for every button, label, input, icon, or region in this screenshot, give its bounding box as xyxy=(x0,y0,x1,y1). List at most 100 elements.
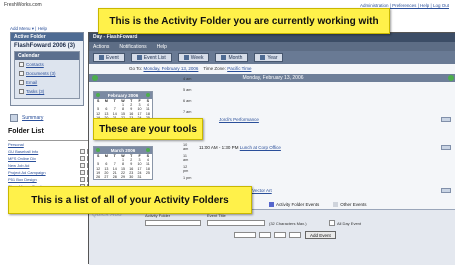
prev-month-icon[interactable] xyxy=(96,148,100,152)
folder-name: New Job Ad xyxy=(8,163,30,168)
calendar-day[interactable]: 30 xyxy=(127,175,135,179)
tool-tasks[interactable]: Tasks (3) xyxy=(15,87,79,96)
tab-year[interactable]: Year xyxy=(254,53,284,62)
week-icon xyxy=(183,55,189,60)
ampm-select[interactable] xyxy=(289,232,301,238)
time-slot[interactable]: 12 pm xyxy=(183,165,193,176)
calendar-tool[interactable]: Calendar xyxy=(15,52,79,60)
timezone-label: Time Zone: xyxy=(203,66,226,71)
event-item[interactable]: 11:00 AM - 1:30 PM Lunch at Corp Office xyxy=(199,145,281,150)
legend-other: Other Events xyxy=(333,202,367,208)
next-month-icon[interactable] xyxy=(146,93,150,97)
tab-week[interactable]: Week xyxy=(177,53,210,62)
folder-item[interactable]: New Job Ad xyxy=(8,162,92,169)
folder-item[interactable]: P51 Box Design xyxy=(8,176,92,183)
mini-calendar-title: February 2006 xyxy=(94,92,152,99)
calendar-day[interactable]: 29 xyxy=(119,175,127,179)
tool-label: Email xyxy=(26,80,38,85)
tab-event-list[interactable]: Event List xyxy=(130,53,172,62)
tab-label: Event List xyxy=(143,54,166,61)
folder-name: MFS Online Div xyxy=(8,156,37,161)
folder-action-icon[interactable] xyxy=(80,170,85,175)
callout-list: This is a list of all of your Activity F… xyxy=(8,186,252,214)
email-icon xyxy=(19,80,24,85)
legend: Activity Folder Events Other Events xyxy=(269,202,367,208)
time-slot[interactable]: 6 am xyxy=(183,99,193,110)
event-item[interactable]: Jordi's Performance xyxy=(219,117,259,122)
folder-action-icon[interactable] xyxy=(80,149,85,154)
hour-select[interactable] xyxy=(259,232,271,238)
menu-actions[interactable]: Actions xyxy=(93,44,109,50)
tab-event[interactable]: Event xyxy=(93,53,125,62)
legend-label: Activity Folder Events xyxy=(276,202,320,207)
summary-icon xyxy=(10,114,18,122)
date-line: Go To: Monday, February 13, 2006 Time Zo… xyxy=(89,64,455,74)
active-folder-header: Active Folder xyxy=(11,33,83,41)
mini-calendar-title: March 2006 xyxy=(94,147,152,154)
next-month-icon[interactable] xyxy=(146,148,150,152)
time-slot[interactable]: 10 am xyxy=(183,143,193,154)
event-edit-icon[interactable] xyxy=(441,145,451,150)
summary-label: Summary xyxy=(22,115,44,121)
event-title: Lunch at Corp Office xyxy=(239,145,281,150)
folder-item[interactable]: Project Ad Campaign xyxy=(8,169,92,176)
all-day-label: All Day Event xyxy=(337,221,362,226)
folder-item[interactable]: GU Baseball Info xyxy=(8,148,92,155)
tab-label: Event xyxy=(106,54,119,61)
window-title: Day - FlashFoward xyxy=(89,33,455,42)
folder-item[interactable]: MFS Online Div xyxy=(8,155,92,162)
all-day-checkbox[interactable] xyxy=(329,220,335,226)
event-title-input[interactable] xyxy=(207,220,265,226)
menu-notifications[interactable]: Notifications xyxy=(119,44,146,50)
tool-contacts[interactable]: Contacts xyxy=(15,60,79,69)
add-event-button[interactable]: Add Event xyxy=(305,231,336,239)
legend-swatch xyxy=(333,202,339,208)
tab-label: Month xyxy=(228,54,243,61)
contacts-icon xyxy=(19,62,24,67)
time-slot[interactable]: 11 am xyxy=(183,154,193,165)
calendar-window: Day - FlashFoward Actions Notifications … xyxy=(88,32,455,265)
callout-folder: This is the Activity Folder you are curr… xyxy=(98,8,390,34)
timezone-value[interactable]: Pacific Time xyxy=(227,66,251,71)
calendar-day xyxy=(144,175,152,179)
activity-folder-select[interactable] xyxy=(145,220,201,226)
chars-hint: (32 Characters Max.) xyxy=(269,221,307,226)
calendar-day[interactable]: 27 xyxy=(102,175,110,179)
time-slot[interactable]: 5 am xyxy=(183,88,193,99)
minute-select[interactable] xyxy=(274,232,286,238)
month-icon xyxy=(221,55,227,60)
tool-documents[interactable]: Documents (3) xyxy=(15,69,79,78)
next-day-icon[interactable] xyxy=(448,75,454,81)
prev-day-icon[interactable] xyxy=(92,75,98,81)
folder-name: Personal xyxy=(8,142,24,147)
event-edit-icon[interactable] xyxy=(441,188,451,193)
calendar-day[interactable]: 26 xyxy=(94,175,102,179)
tab-label: Week xyxy=(190,54,204,61)
event-time: 11:00 AM - 1:30 PM xyxy=(199,145,239,150)
event-edit-icon[interactable] xyxy=(441,117,451,122)
tool-label: Contacts xyxy=(26,62,44,67)
legend-swatch xyxy=(269,202,274,208)
tool-label: Documents (3) xyxy=(26,71,56,76)
tool-email[interactable]: Email xyxy=(15,78,79,87)
tab-month[interactable]: Month xyxy=(215,53,249,62)
folder-item[interactable]: Personal xyxy=(8,141,92,148)
start-date-field[interactable] xyxy=(234,232,256,238)
menu-help[interactable]: Help xyxy=(157,44,167,50)
legend-label: Other Events xyxy=(340,202,367,207)
time-slot[interactable]: 4 am xyxy=(183,77,193,88)
folder-action-icon[interactable] xyxy=(80,156,85,161)
mini-calendar: March 2006 S M T W T F S 1 2 3 4 5 6 7 8 9 10 11 12 13 14 15 1… xyxy=(93,146,153,181)
folder-action-icon[interactable] xyxy=(80,163,85,168)
folder-action-icon[interactable] xyxy=(80,177,85,182)
mini-calendar-grid: SMTWTFS123456789101112131415161718192021… xyxy=(94,154,152,179)
active-folder-name: FlashFoward 2006 (3) xyxy=(14,43,76,49)
prev-month-icon[interactable] xyxy=(96,93,100,97)
calendar-day[interactable]: 31 xyxy=(135,175,143,179)
summary-link[interactable]: Summary xyxy=(10,114,43,122)
folder-name: Project Ad Campaign xyxy=(8,170,46,175)
goto-date[interactable]: Monday, February 13, 2006 xyxy=(143,66,198,71)
tab-label: Year xyxy=(267,54,278,61)
calendar-day[interactable]: 28 xyxy=(111,175,119,179)
mini-calendar-label: March 2006 xyxy=(110,148,136,153)
